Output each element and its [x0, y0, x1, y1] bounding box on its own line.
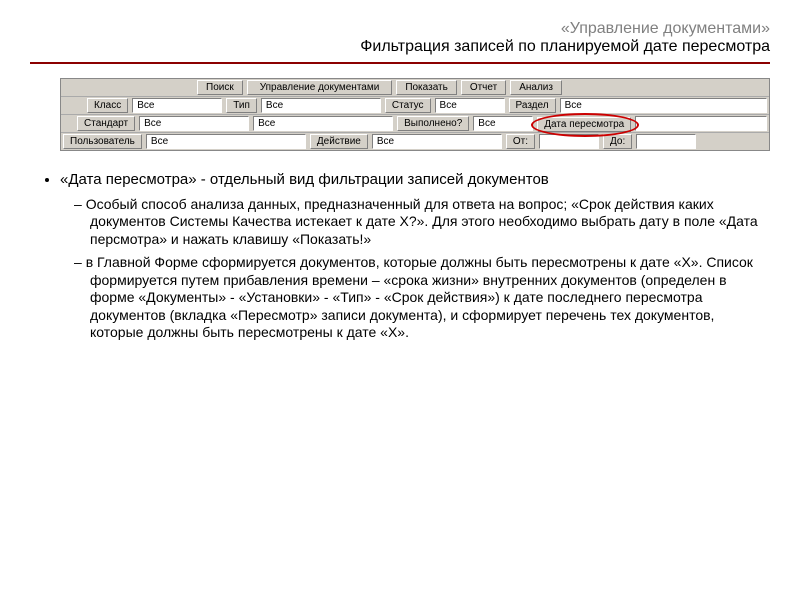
slide-subtitle: Фильтрация записей по планируемой дате п…: [30, 38, 770, 56]
text-content: «Дата пересмотра» - отдельный вид фильтр…: [30, 171, 770, 342]
status-field[interactable]: Все: [435, 98, 505, 113]
bullet-main: «Дата пересмотра» - отдельный вид фильтр…: [60, 171, 770, 190]
doc-mgmt-button[interactable]: Управление документами: [247, 80, 393, 95]
class-field[interactable]: Все: [132, 98, 222, 113]
toolbar-row-3: Стандарт Все Все Выполнено? Все Дата пер…: [61, 115, 769, 133]
from-field[interactable]: [539, 134, 599, 149]
report-button[interactable]: Отчет: [461, 80, 506, 95]
from-label: От:: [506, 134, 535, 149]
section-field[interactable]: Все: [560, 98, 767, 113]
standard-field[interactable]: Все: [139, 116, 249, 131]
slide-title: «Управление документами»: [30, 20, 770, 38]
type-label: Тип: [226, 98, 257, 113]
done-label: Выполнено?: [397, 116, 469, 131]
slide-header: «Управление документами» Фильтрация запи…: [30, 20, 770, 56]
toolbar-row-4: Пользователь Все Действие Все От: До:: [61, 133, 769, 150]
toolbar-row-1: Поиск Управление документами Показать От…: [61, 79, 769, 97]
search-button[interactable]: Поиск: [197, 80, 243, 95]
bullet-sub-2: в Главной Форме сформируется документов,…: [90, 254, 770, 342]
user-field[interactable]: Все: [146, 134, 306, 149]
type-field[interactable]: Все: [261, 98, 381, 113]
app-toolbar: Поиск Управление документами Показать От…: [60, 78, 770, 151]
class-label: Класс: [87, 98, 128, 113]
action-field[interactable]: Все: [372, 134, 502, 149]
name-field[interactable]: Все: [253, 116, 393, 131]
section-label: Раздел: [509, 98, 556, 113]
review-date-label: Дата пересмотра: [537, 117, 631, 132]
status-label: Статус: [385, 98, 431, 113]
done-field[interactable]: Все: [473, 116, 533, 131]
review-date-field[interactable]: [635, 116, 767, 131]
divider: [30, 62, 770, 64]
show-button[interactable]: Показать: [396, 80, 457, 95]
standard-label: Стандарт: [77, 116, 135, 131]
to-label: До:: [603, 134, 632, 149]
user-label: Пользователь: [63, 134, 142, 149]
bullet-sub-1: Особый способ анализа данных, предназнач…: [90, 196, 770, 249]
toolbar-row-2: Класс Все Тип Все Статус Все Раздел Все: [61, 97, 769, 115]
to-field[interactable]: [636, 134, 696, 149]
action-label: Действие: [310, 134, 368, 149]
analysis-button[interactable]: Анализ: [510, 80, 562, 95]
